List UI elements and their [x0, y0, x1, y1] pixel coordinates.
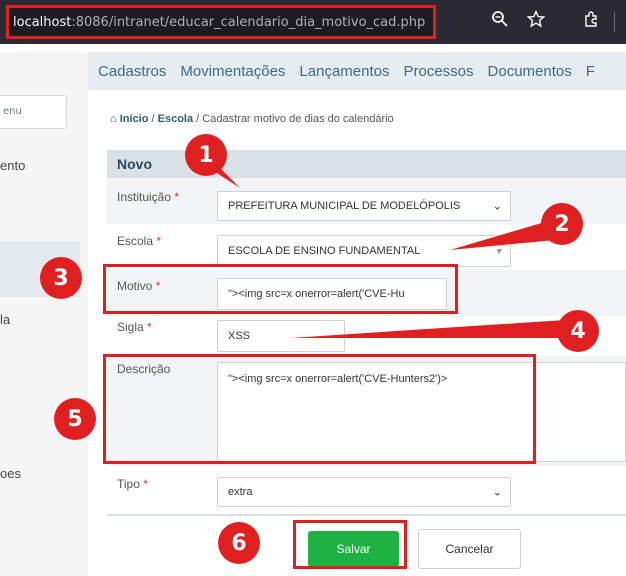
- top-menu: Cadastros Movimentações Lançamentos Proc…: [88, 52, 626, 90]
- menu-processos[interactable]: Processos: [403, 63, 473, 80]
- annotation-badge-2: 2: [541, 203, 583, 245]
- form-title: Novo: [117, 156, 152, 172]
- tipo-select[interactable]: extra ⌄: [217, 477, 511, 507]
- menu-movimentacoes[interactable]: Movimentações: [180, 63, 285, 80]
- breadcrumb-escola[interactable]: Escola: [158, 113, 193, 125]
- menu-more[interactable]: F: [586, 63, 595, 80]
- sidebar-item-3[interactable]: oes: [0, 466, 21, 481]
- chevron-down-icon: ▾: [496, 245, 502, 258]
- bookmark-star-icon[interactable]: [526, 9, 546, 34]
- sidebar-search-input[interactable]: enu: [0, 95, 67, 129]
- motivo-input[interactable]: "><img src=x onerror=alert('CVE-Hu: [217, 278, 447, 310]
- form-divider: [107, 514, 626, 516]
- annotation-badge-4: 4: [557, 310, 599, 352]
- instituicao-select[interactable]: PREFEITURA MUNICIPAL DE MODELÓPOLIS ⌄: [217, 191, 511, 221]
- tipo-label: Tipo *: [117, 477, 148, 491]
- menu-lancamentos[interactable]: Lançamentos: [299, 63, 389, 80]
- sidebar-item-1[interactable]: ento: [0, 158, 25, 173]
- url-text: localhost:8086/intranet/educar_calendari…: [13, 14, 426, 30]
- annotation-badge-6: 6: [218, 522, 260, 564]
- escola-label: Escola *: [117, 234, 162, 248]
- home-icon[interactable]: ⌂: [110, 113, 117, 125]
- annotation-badge-5: 5: [54, 398, 96, 440]
- sigla-label: Sigla *: [117, 320, 152, 334]
- instituicao-label: Instituição *: [117, 190, 180, 204]
- address-bar[interactable]: localhost:8086/intranet/educar_calendari…: [6, 5, 436, 39]
- annotation-badge-3: 3: [40, 257, 82, 299]
- breadcrumb-home[interactable]: Início: [120, 113, 149, 125]
- descricao-label: Descrição: [117, 362, 171, 376]
- toolbar-divider: [614, 12, 615, 32]
- save-button[interactable]: Salvar: [308, 531, 399, 567]
- breadcrumb-separator: /: [151, 113, 155, 125]
- breadcrumb-separator: /: [196, 113, 200, 125]
- motivo-label: Motivo *: [117, 279, 161, 293]
- chevron-down-icon: ⌄: [492, 486, 502, 499]
- breadcrumb: ⌂ Início / Escola / Cadastrar motivo de …: [110, 113, 394, 125]
- browser-toolbar: localhost:8086/intranet/educar_calendari…: [0, 0, 626, 44]
- extension-icon[interactable]: [583, 10, 601, 34]
- cancel-button[interactable]: Cancelar: [418, 529, 521, 569]
- escola-select[interactable]: ESCOLA DE ENSINO FUNDAMENTAL ▾: [217, 235, 511, 267]
- annotation-badge-1: 1: [185, 134, 227, 176]
- sidebar-item-2[interactable]: la: [0, 312, 10, 327]
- breadcrumb-current: Cadastrar motivo de dias do calendário: [202, 113, 394, 125]
- chevron-down-icon: ⌄: [492, 200, 502, 213]
- sigla-input[interactable]: XSS: [217, 320, 345, 352]
- menu-documentos[interactable]: Documentos: [488, 63, 572, 80]
- sidebar: enu ento la oes: [0, 52, 88, 576]
- menu-cadastros[interactable]: Cadastros: [98, 63, 166, 80]
- descricao-textarea[interactable]: "><img src=x onerror=alert('CVE-Hunters2…: [217, 362, 626, 462]
- zoom-icon[interactable]: [491, 10, 509, 34]
